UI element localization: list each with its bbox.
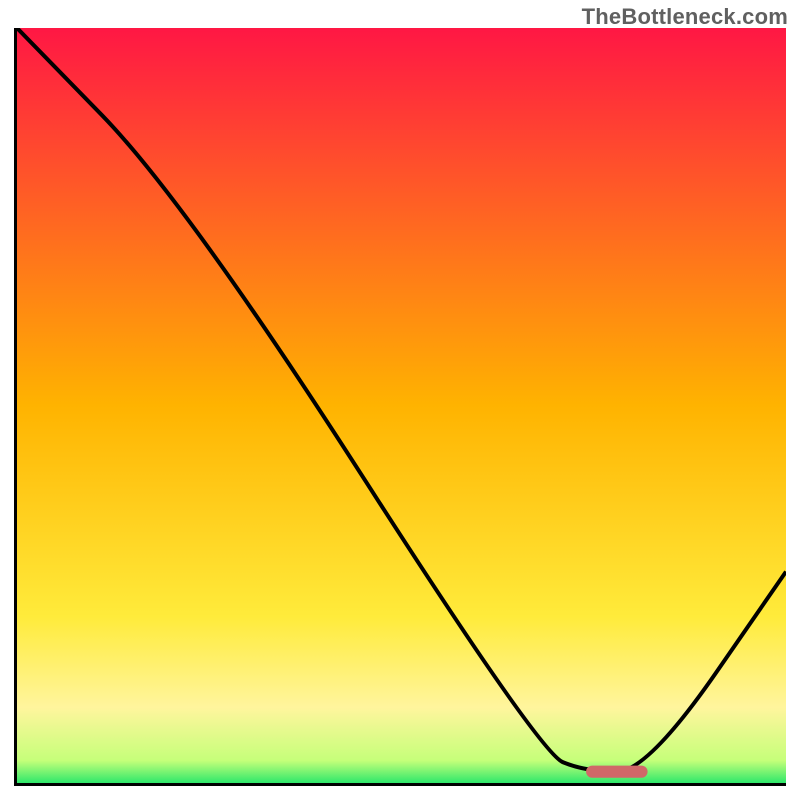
plot-frame bbox=[14, 28, 786, 786]
watermark-text: TheBottleneck.com bbox=[582, 4, 788, 30]
optimal-range-marker bbox=[586, 766, 648, 778]
chart-svg bbox=[17, 28, 786, 783]
chart-stage: TheBottleneck.com bbox=[0, 0, 800, 800]
gradient-backdrop bbox=[17, 28, 786, 783]
